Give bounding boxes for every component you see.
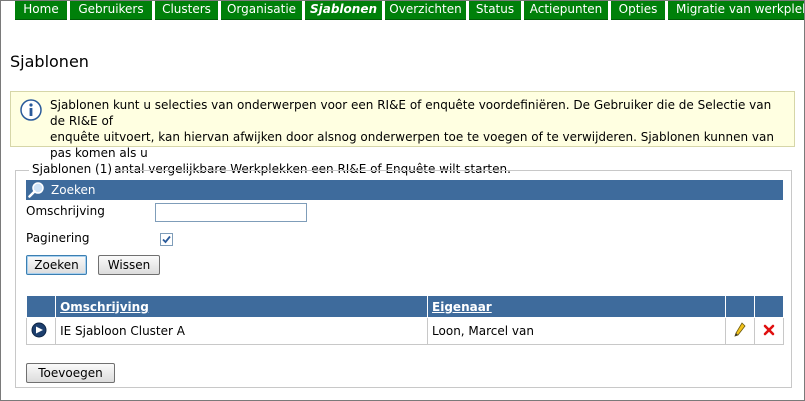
checkmark-icon: [162, 235, 171, 244]
magnifier-icon: [28, 182, 44, 198]
nav-clusters[interactable]: Clusters: [155, 1, 218, 20]
top-navigation: Home Gebruikers Clusters Organisatie Sja…: [1, 1, 804, 20]
pencil-icon[interactable]: [733, 321, 747, 338]
header-edit-col: [724, 295, 755, 318]
edit-cell[interactable]: [724, 317, 755, 345]
paginering-label: Paginering: [26, 231, 90, 245]
info-icon: [20, 99, 42, 121]
nav-actiepunten[interactable]: Actiepunten: [524, 1, 608, 20]
header-omschrijving[interactable]: Omschrijving: [55, 295, 429, 318]
toevoegen-button[interactable]: Toevoegen: [26, 363, 115, 383]
info-line: Sjablonen kunt u selecties van onderwerp…: [50, 98, 772, 128]
play-icon[interactable]: [31, 322, 47, 338]
header-eigenaar[interactable]: Eigenaar: [427, 295, 726, 318]
page-title: Sjablonen: [10, 52, 89, 71]
table-row: IE Sjabloon Cluster A Loon, Marcel van: [25, 317, 785, 345]
header-icon-col: [25, 295, 57, 318]
nav-sjablonen[interactable]: Sjablonen: [305, 1, 382, 20]
info-text: Sjablonen kunt u selecties van onderwerp…: [50, 97, 790, 177]
nav-organisatie[interactable]: Organisatie: [221, 1, 302, 20]
table-header-row: Omschrijving Eigenaar: [25, 295, 785, 318]
sjablonen-fieldset: Sjablonen (1) Zoeken Omschrijving Pagine…: [15, 162, 792, 388]
nav-gebruikers[interactable]: Gebruikers: [70, 1, 152, 20]
nav-home[interactable]: Home: [15, 1, 67, 20]
nav-overzichten[interactable]: Overzichten: [385, 1, 466, 20]
info-box: Sjablonen kunt u selecties van onderwerp…: [10, 91, 795, 176]
delete-cell[interactable]: [753, 317, 785, 345]
wissen-button[interactable]: Wissen: [98, 255, 160, 275]
nav-opties[interactable]: Opties: [611, 1, 665, 20]
zoeken-button[interactable]: Zoeken: [26, 255, 87, 275]
paginering-checkbox[interactable]: [160, 233, 173, 246]
search-panel-header: Zoeken: [26, 180, 783, 200]
row-eigenaar: Loon, Marcel van: [427, 317, 726, 345]
row-omschrijving: IE Sjabloon Cluster A: [55, 317, 429, 345]
nav-status[interactable]: Status: [469, 1, 521, 20]
search-header-label: Zoeken: [51, 183, 96, 197]
fieldset-legend: Sjablonen (1): [29, 162, 116, 176]
nav-migratie[interactable]: Migratie van werkplekken: [668, 1, 804, 20]
delete-icon[interactable]: [763, 324, 775, 336]
header-delete-col: [753, 295, 785, 318]
omschrijving-input[interactable]: [155, 203, 307, 222]
omschrijving-label: Omschrijving: [26, 204, 105, 218]
sjablonen-table: Omschrijving Eigenaar IE Sjabloon Cluste…: [25, 295, 785, 345]
open-cell[interactable]: [25, 317, 57, 345]
info-line: enquête uitvoert, kan hiervan afwijken d…: [50, 130, 774, 160]
